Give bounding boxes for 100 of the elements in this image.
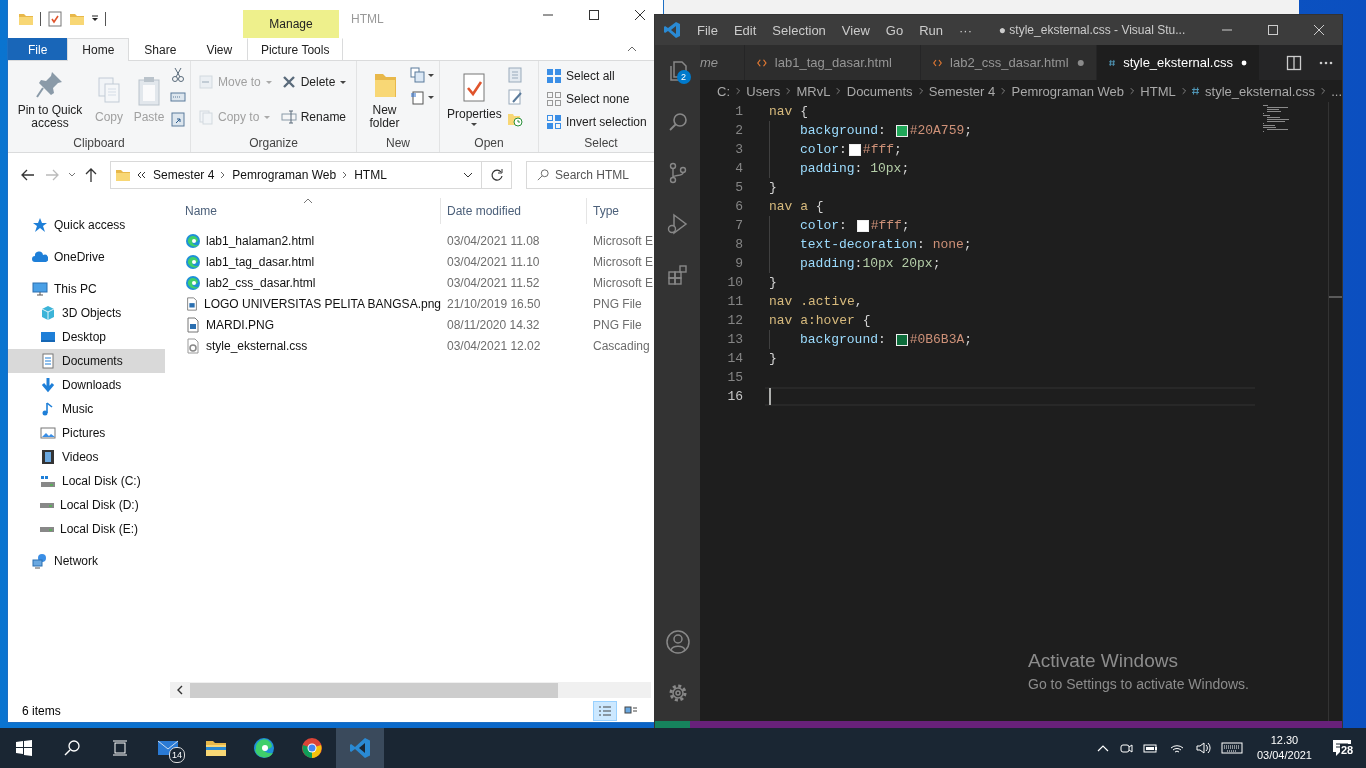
color-swatch[interactable] [895,124,908,137]
split-editor-icon[interactable] [1286,54,1302,71]
nav-item[interactable]: Local Disk (C:) [8,469,165,493]
menu-item[interactable]: ··· [951,22,980,38]
battery-icon[interactable] [1142,741,1159,755]
chevron-down-icon[interactable] [68,171,76,178]
camera-icon[interactable] [1118,741,1133,755]
menu-item[interactable]: File [689,22,726,38]
dropdown-icon[interactable] [91,15,99,23]
code-line[interactable]: background: #0B6B3A; [800,332,973,347]
color-swatch[interactable] [848,143,861,156]
menu-item[interactable]: Selection [764,22,834,38]
code-line[interactable]: color: #fff; [800,142,902,157]
nav-item[interactable]: This PC [8,277,165,301]
nav-item[interactable]: Videos [8,445,165,469]
ribbon-tab[interactable]: Picture Tools [247,38,344,60]
color-swatch[interactable] [856,219,869,232]
path-segment[interactable]: HTML [354,167,387,182]
column-header[interactable]: Name [185,198,441,224]
rename-button[interactable]: Rename [277,105,351,128]
breadcrumb-item[interactable]: Semester 4 [928,83,996,99]
search-field[interactable]: Search HTML [526,160,656,189]
editor-tab[interactable]: me [700,45,746,80]
nav-item[interactable]: OneDrive [8,245,165,269]
select-none-button[interactable]: Select none [543,88,650,110]
up-icon[interactable] [84,166,98,183]
account-icon[interactable] [664,628,691,655]
horizontal-scrollbar[interactable] [170,682,651,698]
easy-access-icon[interactable] [410,89,426,105]
path-segment[interactable]: Semester 4 [153,167,215,182]
nav-item[interactable]: Desktop [8,325,165,349]
file-name[interactable]: lab2_css_dasar.html [206,275,316,290]
properties-button[interactable]: Properties [444,68,505,130]
chevron-up-icon[interactable] [1096,744,1109,752]
pin-button[interactable]: Pin to Quick access [12,65,88,133]
clock-time[interactable]: 12.30 [1256,733,1312,748]
menu-item[interactable]: View [833,22,878,38]
code-line[interactable]: } [769,351,777,366]
menu-item[interactable]: Go [877,22,912,38]
notification-button[interactable]: 28 [1322,728,1362,768]
cut-icon[interactable] [170,67,186,83]
ribbon-tab[interactable]: View [191,38,248,60]
code-line[interactable]: } [769,180,777,195]
nav-item[interactable]: 3D Objects [8,301,165,325]
path-segment[interactable]: Pemrograman Web [232,167,337,182]
file-name[interactable]: lab1_tag_dasar.html [206,254,315,269]
breadcrumb-item[interactable]: Users [746,83,781,99]
file-name[interactable]: style_eksternal.css [206,338,308,353]
code-line[interactable]: text-decoration: none; [800,237,972,252]
maximize-icon[interactable] [589,10,599,20]
clock-date[interactable]: 03/04/2021 [1256,748,1312,763]
file-name[interactable]: LOGO UNIVERSITAS PELITA BANGSA.png [204,296,441,311]
history-icon[interactable] [506,111,523,127]
select-all-button[interactable]: Select all [543,64,650,87]
breadcrumb-item[interactable]: Documents [846,83,913,99]
context-tab[interactable]: Manage [243,10,339,38]
search-icon[interactable] [64,740,80,756]
edit-icon[interactable] [506,89,523,105]
file-name[interactable]: lab1_halaman2.html [206,233,315,248]
color-swatch[interactable] [895,333,908,346]
code-line[interactable]: padding:10px 20px; [800,256,941,271]
properties-icon[interactable] [47,11,63,27]
breadcrumb-item[interactable]: HTML [1140,83,1176,99]
nav-item[interactable]: Pictures [8,421,165,445]
editor-tab[interactable]: lab2_css_dasar.html [921,45,1098,80]
code-line[interactable]: color: #fff; [800,218,910,233]
code-line[interactable]: nav { [769,104,808,119]
run-debug-icon[interactable] [665,211,690,236]
vertical-scrollbar[interactable] [1328,102,1342,721]
nav-item[interactable]: Music [8,397,165,421]
code-line[interactable]: nav a { [769,199,824,214]
code-line[interactable]: padding: 10px; [800,161,910,176]
nav-item[interactable]: Documents [8,349,165,373]
extensions-icon[interactable] [665,262,690,287]
new-folder-button[interactable]: New folder [361,65,408,133]
nav-item[interactable]: Local Disk (E:) [8,517,165,541]
paste-shortcut-icon[interactable] [170,111,186,127]
nav-item[interactable]: Downloads [8,373,165,397]
nav-item[interactable]: Network [8,549,165,573]
search-input[interactable]: Search HTML [555,167,655,182]
sort-icon[interactable] [303,198,313,204]
ribbon-tab[interactable]: Home [67,38,130,61]
address-bar[interactable]: Semester 4 Pemrograman Web HTML [110,160,482,189]
breadcrumb-more[interactable]: ... [1331,83,1343,99]
task-view-icon[interactable] [112,740,128,756]
delete-button[interactable]: Delete [277,70,351,93]
menu-item[interactable]: Edit [725,22,765,38]
nav-item[interactable]: Local Disk (D:) [8,493,165,517]
view-button[interactable] [593,701,617,721]
ribbon-tab[interactable]: Share [129,38,192,60]
code-line[interactable]: background: #20A759; [800,123,973,138]
collapse-icon[interactable] [627,46,637,52]
editor-tab[interactable]: style_eksternal.css [1097,45,1261,80]
column-header[interactable]: Type [587,198,657,224]
breadcrumb-item[interactable]: Pemrograman Web [1011,83,1125,99]
menu-item[interactable]: Run [911,22,951,38]
breadcrumb-item[interactable]: C: [717,83,730,99]
breadcrumb-item[interactable]: style_eksternal.css [1205,83,1315,99]
column-header[interactable]: Date modified [441,198,587,224]
invert-selection-button[interactable]: Invert selection [543,111,650,134]
